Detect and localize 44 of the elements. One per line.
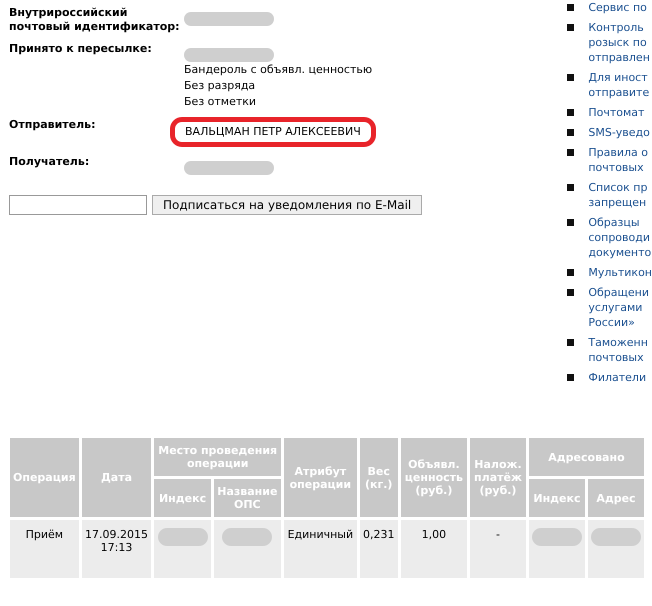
sidebar-link[interactable]: Таможенн почтовых: [588, 335, 648, 365]
table-cell: Приём: [10, 520, 79, 578]
bullet-icon: [567, 149, 574, 156]
redaction-mark: [532, 528, 582, 546]
bullet-icon: [567, 4, 574, 11]
sidebar-link[interactable]: Для иност отправите: [588, 70, 650, 100]
bullet-icon: [567, 74, 574, 81]
table-cell: 1,00: [400, 520, 468, 578]
field-label: Получатель:: [9, 155, 90, 170]
field-value: Без отметки: [184, 94, 256, 110]
sidebar-link[interactable]: Список пр запрещен: [588, 180, 648, 210]
bullet-icon: [567, 219, 574, 226]
bullet-icon: [567, 129, 574, 136]
field-value: Бандероль с объявл. ценностью: [184, 62, 372, 78]
sidebar-link[interactable]: Обращени услугами России»: [588, 285, 649, 330]
redaction-mark: [222, 528, 272, 546]
bullet-icon: [567, 24, 574, 31]
bullet-icon: [567, 339, 574, 346]
sidebar-link[interactable]: Сервис по: [588, 0, 647, 15]
field-value: Без разряда: [184, 78, 256, 94]
bullet-icon: [567, 269, 574, 276]
field-label: Отправитель:: [9, 118, 97, 133]
bullet-icon: [567, 109, 574, 116]
highlighted-value: ВАЛЬЦМАН ПЕТР АЛЕКСЕЕВИЧ: [170, 117, 376, 147]
sidebar-link[interactable]: Почтомат: [588, 105, 644, 120]
table-cell: 17.09.2015 17:13: [82, 520, 152, 578]
redaction-mark: [158, 528, 208, 546]
bullet-icon: [567, 184, 574, 191]
sidebar-link[interactable]: Контроль розыск по отправлен: [588, 20, 650, 65]
sidebar-link[interactable]: Образцы сопроводи документо: [588, 215, 652, 260]
bullet-icon: [567, 289, 574, 296]
sidebar-link[interactable]: Правила о почтовых: [588, 145, 648, 175]
table-cell: 0,231: [360, 520, 398, 578]
bullet-icon: [567, 374, 574, 381]
subscribe-button[interactable]: Подписаться на уведомления по E-Mail: [152, 195, 422, 215]
table-cell: -: [470, 520, 526, 578]
field-label: Внутрироссийский почтовый идентификатор:: [9, 6, 181, 34]
field-label: Принято к пересылке:: [9, 42, 153, 57]
sidebar-link[interactable]: Филатели: [588, 370, 646, 385]
redaction-mark: [590, 528, 641, 546]
sidebar-link[interactable]: Мультикон: [588, 265, 652, 280]
sidebar-link[interactable]: SMS-уведо: [588, 125, 650, 140]
email-field[interactable]: [9, 195, 147, 215]
table-cell: Единичный: [284, 520, 357, 578]
